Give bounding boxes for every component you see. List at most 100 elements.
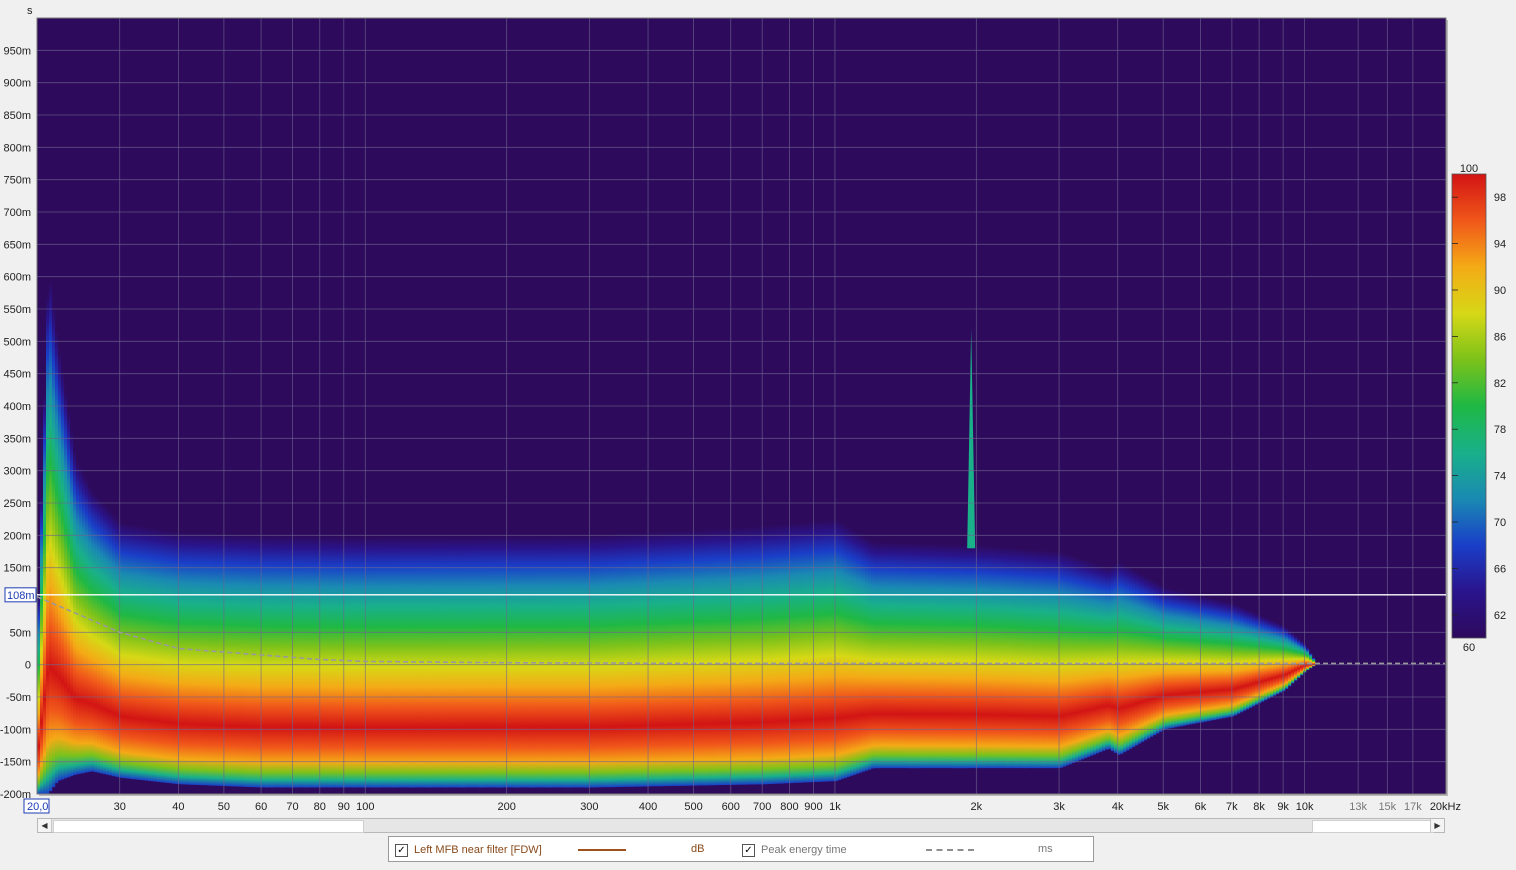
- spectrogram-slice: [1087, 560, 1091, 757]
- spectrogram-slice: [355, 536, 359, 788]
- spectrogram-slice: [487, 535, 491, 788]
- spectrogram-slice: [1069, 554, 1073, 765]
- spectrogram-slice: [1279, 624, 1283, 693]
- spectrogram-slice: [898, 542, 902, 769]
- x-tick-label: 9k: [1277, 801, 1289, 813]
- x-tick-label: 7k: [1226, 801, 1238, 813]
- spectrogram-slice: [985, 545, 989, 769]
- spectrogram-slice: [229, 534, 233, 787]
- spectrogram-slice: [751, 526, 755, 785]
- spectrogram-slice: [1009, 547, 1013, 769]
- spectrogram-slice: [1168, 588, 1172, 729]
- x-tick-label: 20kHz: [1430, 801, 1461, 813]
- spectrogram-slice: [214, 533, 218, 786]
- spectrogram-slice: [682, 530, 686, 786]
- spectrogram-slice: [1213, 598, 1217, 720]
- spectrogram-slice: [805, 521, 809, 783]
- checkbox-icon[interactable]: ✓: [395, 843, 408, 857]
- spectrogram-slice: [523, 535, 527, 788]
- x-tick-label: 100: [356, 801, 374, 813]
- spectrogram-slice: [1066, 553, 1070, 766]
- spectrogram-slice: [307, 535, 311, 788]
- spectrogram-slice: [148, 527, 152, 781]
- spectrogram-slice: [532, 535, 536, 788]
- y-tick-label: 550m: [3, 304, 31, 316]
- spectrogram-slice: [988, 545, 992, 769]
- spectrogram-slice: [958, 544, 962, 769]
- spectrogram-slice: [928, 543, 932, 769]
- spectrogram-slice: [529, 535, 533, 788]
- spectrogram-slice: [604, 534, 608, 788]
- spectrogram-slice: [208, 533, 212, 786]
- spectrogram-slice: [640, 532, 644, 787]
- spectrogram-slice: [1150, 579, 1154, 737]
- spectrogram-slice: [571, 535, 575, 788]
- spectrogram-slice: [1120, 562, 1124, 754]
- legend-unit: ms: [1038, 843, 1053, 855]
- spectrogram-slice: [796, 522, 800, 783]
- spectrogram-slice: [274, 535, 278, 788]
- spectrogram-slice: [313, 536, 317, 788]
- spectrogram-slice: [559, 535, 563, 788]
- spectrogram-slice: [1171, 588, 1175, 728]
- spectrogram-slice: [1195, 594, 1199, 724]
- spectrogram-slice: [268, 535, 272, 788]
- horizontal-scrollbar[interactable]: ◀ ▶: [37, 818, 1445, 833]
- spectrogram-slice: [634, 532, 638, 787]
- spectrogram-slice: [1186, 592, 1190, 725]
- x-tick-label: 300: [580, 801, 598, 813]
- spectrogram-slice: [142, 526, 146, 781]
- x-tick-label: 1k: [829, 801, 841, 813]
- spectrogram-slice: [169, 530, 173, 784]
- spectrogram-slice: [847, 526, 851, 777]
- spectrogram-slice: [241, 534, 245, 787]
- spectrogram-slice: [109, 510, 113, 776]
- scroll-thumb[interactable]: [53, 820, 364, 833]
- spectrogram-slice: [1099, 564, 1103, 753]
- scroll-thumb-secondary[interactable]: [1312, 820, 1434, 833]
- legend-line-dashed: [926, 849, 974, 851]
- spectrogram-slice: [496, 535, 500, 788]
- spectrogram-slice: [181, 532, 185, 785]
- y-tick-label: 150m: [3, 563, 31, 575]
- colorbar-tick-label: 90: [1494, 285, 1506, 297]
- spectrogram-slice: [40, 494, 44, 794]
- spectrogram-slice: [400, 536, 404, 788]
- spectrogram-slice: [124, 523, 128, 779]
- spectrogram-slice: [550, 535, 554, 788]
- spectrogram-slice: [1102, 565, 1106, 751]
- spectrogram-slice: [499, 535, 503, 788]
- x-tick-label: 600: [722, 801, 740, 813]
- spectrogram-slice: [67, 410, 71, 778]
- spectrogram-slice: [1036, 549, 1040, 769]
- spectrogram-slice: [61, 371, 65, 780]
- spectrogram-slice: [1075, 556, 1079, 762]
- legend-item-peak-energy[interactable]: ✓ Peak energy time: [742, 842, 847, 858]
- legend-bar: ✓ Left MFB near filter [FDW] dB ✓ Peak e…: [388, 836, 1094, 862]
- spectrogram-slice: [115, 517, 119, 777]
- spectrogram-slice: [829, 519, 833, 782]
- spectrogram-slice: [643, 532, 647, 787]
- spectrogram-slice: [1003, 547, 1007, 769]
- spectrogram-slice: [1300, 641, 1304, 676]
- spectrogram-slice: [211, 533, 215, 786]
- spectrogram-slice: [826, 520, 830, 782]
- spectrogram-slice: [328, 536, 332, 788]
- spectrogram-slice: [1060, 551, 1064, 768]
- legend-item-measurement[interactable]: ✓ Left MFB near filter [FDW]: [395, 842, 542, 858]
- spectrogram-slice: [271, 535, 275, 788]
- spectrogram-slice: [244, 534, 248, 787]
- scroll-right-button[interactable]: ▶: [1430, 819, 1444, 832]
- x-tick-label: 2k: [971, 801, 983, 813]
- scroll-left-button[interactable]: ◀: [38, 819, 52, 832]
- checkbox-icon[interactable]: ✓: [742, 843, 755, 857]
- x-tick-label: 80: [314, 801, 326, 813]
- spectrogram-slice: [844, 524, 848, 778]
- spectrogram-slice: [622, 533, 626, 787]
- x-tick-label: 3k: [1053, 801, 1065, 813]
- spectrogram-slice: [1291, 633, 1295, 684]
- spectrogram-slice: [577, 535, 581, 788]
- spectrogram-slice: [238, 534, 242, 787]
- x-tick-label: 4k: [1112, 801, 1124, 813]
- spectrogram-slice: [922, 543, 926, 769]
